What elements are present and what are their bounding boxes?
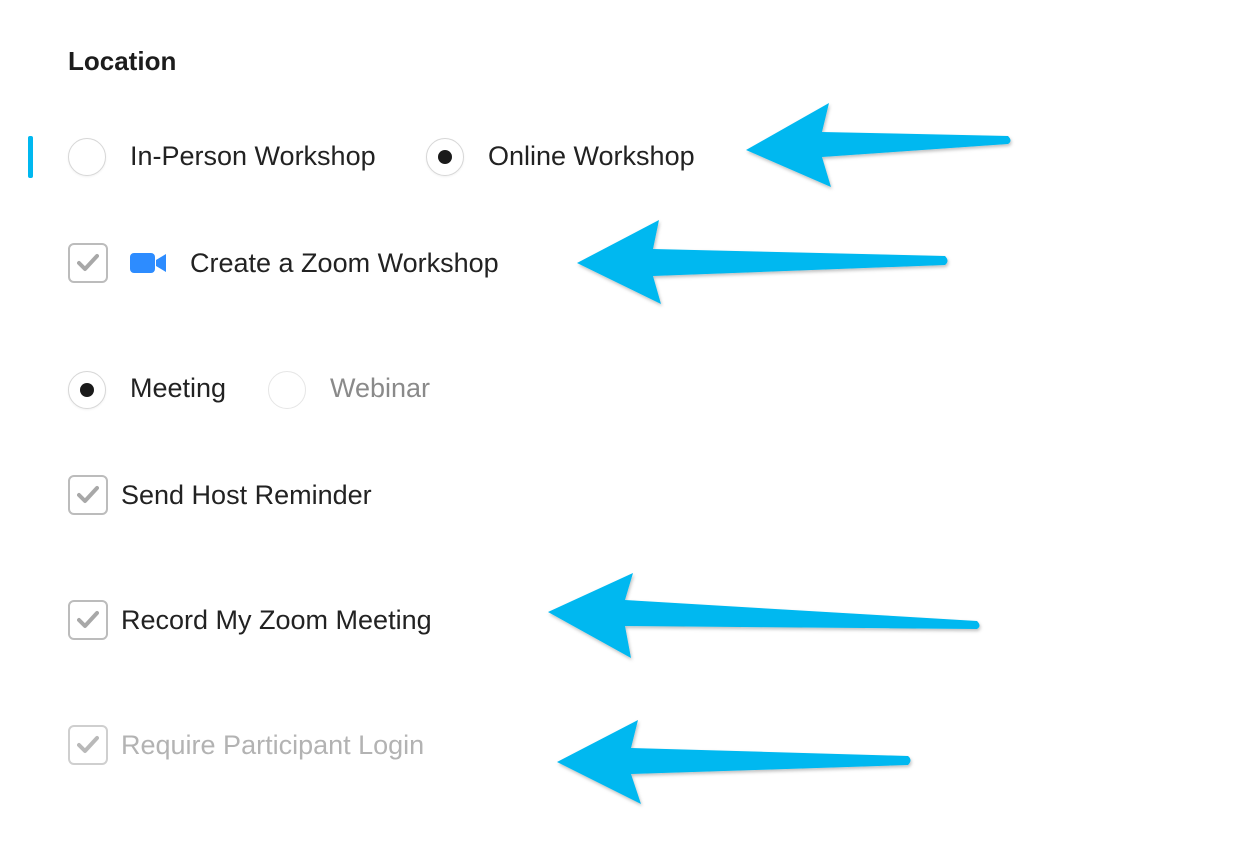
webinar-label[interactable]: Webinar xyxy=(330,369,430,407)
send-host-reminder-label[interactable]: Send Host Reminder xyxy=(121,476,372,514)
check-icon xyxy=(77,611,99,628)
annotation-arrow-participant-login xyxy=(557,720,911,804)
require-participant-login-checkbox[interactable] xyxy=(68,725,108,765)
check-icon xyxy=(77,254,99,271)
webinar-radio[interactable] xyxy=(268,371,306,409)
online-workshop-label[interactable]: Online Workshop xyxy=(488,137,695,175)
record-zoom-meeting-checkbox[interactable] xyxy=(68,600,108,640)
create-zoom-workshop-checkbox[interactable] xyxy=(68,243,108,283)
zoom-video-camera-icon xyxy=(130,253,166,273)
require-participant-login-label[interactable]: Require Participant Login xyxy=(121,726,424,764)
focus-indicator-bar xyxy=(28,136,33,178)
meeting-radio[interactable] xyxy=(68,371,106,409)
check-icon xyxy=(77,486,99,503)
create-zoom-workshop-label[interactable]: Create a Zoom Workshop xyxy=(190,244,499,282)
section-title: Location xyxy=(68,46,177,76)
meeting-label[interactable]: Meeting xyxy=(130,369,226,407)
annotation-arrow-create-zoom xyxy=(577,220,948,304)
in-person-workshop-radio[interactable] xyxy=(68,138,106,176)
annotation-arrow-online-workshop xyxy=(746,103,1011,187)
annotation-arrow-record-meeting xyxy=(548,573,980,658)
annotation-arrows xyxy=(548,103,1011,804)
send-host-reminder-checkbox[interactable] xyxy=(68,475,108,515)
record-zoom-meeting-label[interactable]: Record My Zoom Meeting xyxy=(121,601,432,639)
in-person-workshop-label[interactable]: In-Person Workshop xyxy=(130,137,376,175)
check-icon xyxy=(77,736,99,753)
online-workshop-radio[interactable] xyxy=(426,138,464,176)
